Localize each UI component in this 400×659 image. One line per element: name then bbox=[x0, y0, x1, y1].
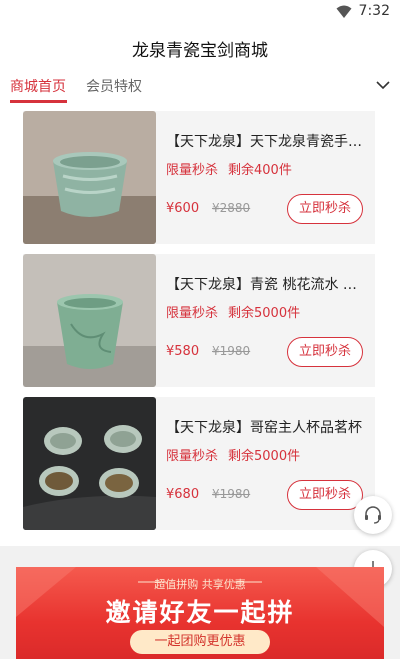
product-name: 【天下龙泉】青瓷 桃花流水 主人杯 bbox=[166, 277, 366, 293]
chevron-down-icon[interactable] bbox=[376, 80, 390, 90]
product-card[interactable]: 【天下龙泉】天下龙泉青瓷手工茶杯 限量秒杀 剩余400件 ¥600 ¥2880 … bbox=[23, 111, 375, 244]
banner-headline: 邀请好友一起拼 bbox=[105, 598, 295, 627]
page-title: 龙泉青瓷宝剑商城 bbox=[132, 41, 268, 61]
flash-buy-button[interactable]: 立即秒杀 bbox=[287, 337, 363, 367]
app-bar: 龙泉青瓷宝剑商城 bbox=[0, 24, 400, 70]
flash-buy-button[interactable]: 立即秒杀 bbox=[287, 194, 363, 224]
wifi-icon bbox=[336, 5, 352, 18]
customer-service-button[interactable] bbox=[354, 496, 392, 534]
original-price: ¥2880 bbox=[212, 201, 251, 215]
customer-service-icon bbox=[365, 506, 381, 524]
tab-home[interactable]: 商城首页 bbox=[10, 76, 66, 96]
product-list: 【天下龙泉】天下龙泉青瓷手工茶杯 限量秒杀 剩余400件 ¥600 ¥2880 … bbox=[0, 104, 400, 546]
flash-sale-label: 限量秒杀 bbox=[166, 306, 219, 321]
group-buy-banner[interactable]: 超值拼购 共享优惠 邀请好友一起拼 一起团购更优惠 bbox=[16, 567, 384, 659]
product-image bbox=[23, 254, 156, 387]
tab-bar: 商城首页 会员特权 bbox=[0, 70, 400, 104]
product-name: 【天下龙泉】天下龙泉青瓷手工茶杯 bbox=[166, 134, 366, 150]
banner-tagline: 超值拼购 共享优惠 bbox=[154, 578, 246, 591]
flash-buy-button[interactable]: 立即秒杀 bbox=[287, 480, 363, 510]
product-image bbox=[23, 111, 156, 244]
sale-price: ¥680 bbox=[166, 487, 200, 502]
flash-sale-label: 限量秒杀 bbox=[166, 163, 219, 178]
product-name: 【天下龙泉】哥窑主人杯品茗杯 bbox=[166, 420, 362, 436]
status-bar: 7:32 bbox=[0, 0, 400, 24]
tab-member-privileges[interactable]: 会员特权 bbox=[86, 76, 142, 96]
product-card[interactable]: 【天下龙泉】哥窑主人杯品茗杯 限量秒杀 剩余5000件 ¥680 ¥1980 立… bbox=[23, 397, 375, 530]
active-tab-indicator bbox=[10, 100, 67, 103]
product-image bbox=[23, 397, 156, 530]
stock-remaining: 剩余5000件 bbox=[228, 449, 301, 464]
original-price: ¥1980 bbox=[212, 487, 251, 501]
sale-price: ¥580 bbox=[166, 344, 200, 359]
stock-remaining: 剩余5000件 bbox=[228, 306, 301, 321]
original-price: ¥1980 bbox=[212, 344, 251, 358]
stock-remaining: 剩余400件 bbox=[228, 163, 292, 178]
sale-price: ¥600 bbox=[166, 201, 200, 216]
banner-cta-button[interactable]: 一起团购更优惠 bbox=[130, 630, 270, 654]
status-time: 7:32 bbox=[358, 3, 390, 19]
product-card[interactable]: 【天下龙泉】青瓷 桃花流水 主人杯 限量秒杀 剩余5000件 ¥580 ¥198… bbox=[23, 254, 375, 387]
flash-sale-label: 限量秒杀 bbox=[166, 449, 219, 464]
